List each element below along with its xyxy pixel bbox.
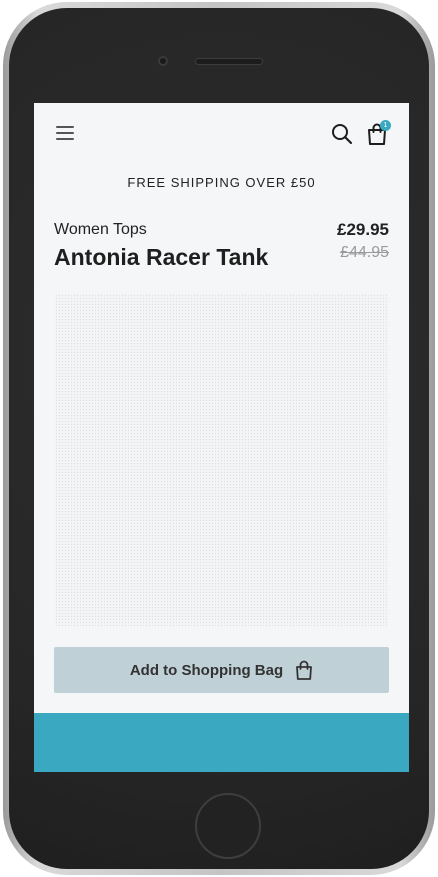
product-price: £29.95 [337, 220, 389, 239]
product-title: Antonia Racer Tank [54, 244, 269, 270]
earpiece-speaker [195, 58, 263, 65]
free-shipping-banner: FREE SHIPPING OVER £50 [127, 175, 316, 190]
add-to-bag-button[interactable]: Add to Shopping Bag [54, 647, 389, 693]
search-icon[interactable] [330, 122, 354, 146]
shopping-bag-icon [296, 660, 313, 680]
app-screen: 1 FREE SHIPPING OVER £50 Women Tops Anto… [34, 103, 409, 772]
product-card: 1 FREE SHIPPING OVER £50 Women Tops Anto… [34, 103, 409, 713]
top-bar: 1 [34, 103, 409, 163]
home-button[interactable] [195, 793, 261, 859]
hamburger-menu-icon[interactable] [56, 125, 76, 141]
product-category: Women Tops [54, 221, 147, 238]
product-image[interactable] [55, 294, 388, 626]
product-original-price: £44.95 [340, 244, 389, 261]
cart-count-badge: 1 [380, 120, 391, 131]
front-camera [158, 56, 168, 66]
add-to-bag-label: Add to Shopping Bag [129, 661, 284, 679]
